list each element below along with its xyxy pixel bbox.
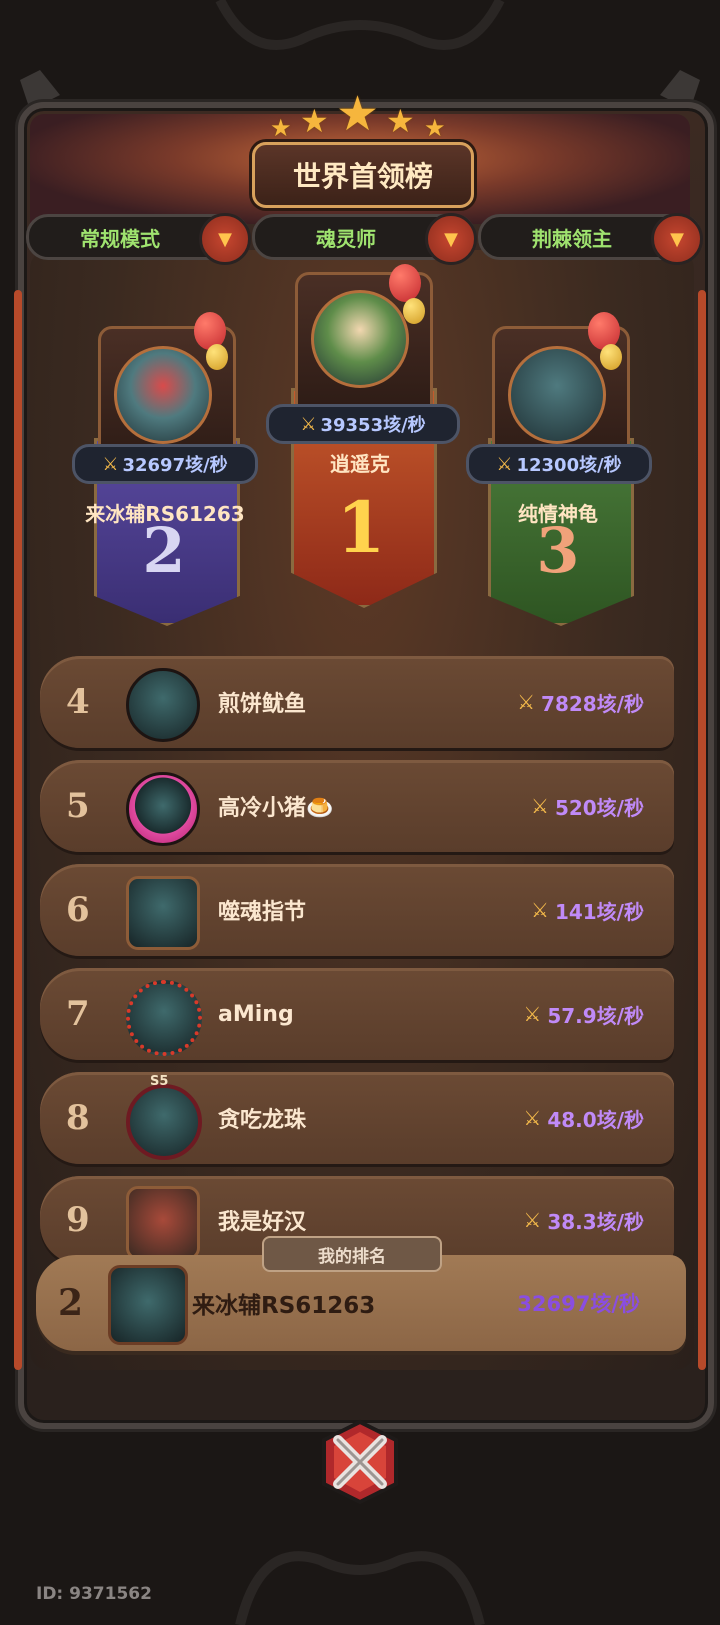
balloon-icon (403, 298, 425, 324)
player-name: 来冰辅RS61263 (85, 502, 245, 526)
sword-icon: ⚔ (531, 794, 549, 818)
score-text: 48.0垓/秒 (547, 1107, 644, 1132)
score-value: 12300垓/秒 (516, 455, 622, 476)
avatar (126, 876, 200, 950)
score-value: 32697垓/秒 (517, 1292, 640, 1316)
star-icon: ★ (270, 114, 292, 142)
rank-number: 9 (66, 1200, 90, 1240)
list-item[interactable]: 5 高冷小猪🍮 ⚔ 520垓/秒 (40, 760, 674, 852)
star-icon: ★ (424, 114, 446, 142)
score-text: 141垓/秒 (554, 899, 644, 924)
score-value: ⚔ 141垓/秒 (531, 864, 644, 956)
left-rail (14, 290, 22, 1370)
rank-number: 6 (66, 890, 90, 930)
close-icon (322, 1419, 398, 1505)
avatar (126, 980, 202, 1056)
star-icon: ★ (300, 102, 329, 140)
avatar (126, 772, 200, 846)
balloon-icon (389, 264, 421, 302)
chevron-down-icon[interactable]: ▼ (425, 213, 477, 265)
class-dropdown[interactable]: 魂灵师 ▼ (252, 213, 477, 265)
player-name: 纯情神龟 (518, 502, 598, 526)
player-name: 高冷小猪🍮 (218, 796, 334, 821)
player-name: aMing (218, 1001, 294, 1027)
list-item[interactable]: 6 噬魂指节 ⚔ 141垓/秒 (40, 864, 674, 956)
player-name: 煎饼鱿鱼 (218, 692, 307, 717)
page-title: 世界首领榜 (252, 142, 474, 208)
score-text: 520垓/秒 (554, 795, 644, 820)
score-value: ⚔ 7828垓/秒 (517, 656, 644, 748)
score-text: 38.3垓/秒 (547, 1209, 644, 1234)
sword-icon: ⚔ (523, 1002, 542, 1026)
rank-number: 2 (58, 1282, 84, 1324)
star-icon: ★ (386, 102, 415, 140)
sword-icon: ⚔ (531, 898, 549, 922)
score-pill: ⚔ 39353垓/秒 (266, 404, 460, 444)
score-text: 7828垓/秒 (541, 691, 644, 716)
star-rating: ★ ★ ★ ★ ★ (0, 86, 720, 146)
rank-number: 1 (336, 486, 386, 569)
avatar (108, 1265, 188, 1345)
sword-icon: ⚔ (523, 1106, 542, 1130)
sword-icon: ⚔ (102, 453, 119, 475)
star-icon: ★ (336, 86, 380, 142)
boss-dropdown[interactable]: 荆棘领主 ▼ (478, 213, 703, 265)
score-value: 39353垓/秒 (320, 415, 426, 436)
user-id: ID: 9371562 (36, 1584, 152, 1604)
avatar (126, 1186, 200, 1260)
score-value: ⚔ 38.3垓/秒 (523, 1176, 644, 1264)
score-value: 32697垓/秒 (122, 455, 228, 476)
score-pill: ⚔ 32697垓/秒 (72, 444, 258, 484)
score-value: ⚔ 48.0垓/秒 (523, 1072, 644, 1164)
rank-number: 4 (66, 682, 90, 722)
rank-number: 8 (66, 1098, 90, 1138)
player-name: 逍遥克 (330, 452, 390, 476)
sword-icon: ⚔ (523, 1208, 542, 1232)
avatar (126, 668, 200, 742)
mode-dropdown[interactable]: 常规模式 ▼ (26, 213, 251, 265)
avatar (114, 346, 212, 444)
chevron-down-icon[interactable]: ▼ (199, 213, 251, 265)
my-rank-tag: 我的排名 (262, 1236, 442, 1272)
avatar (311, 290, 409, 388)
season-badge: S5 (150, 1074, 169, 1089)
list-item[interactable]: 4 煎饼鱿鱼 ⚔ 7828垓/秒 (40, 656, 674, 748)
rank-number: 7 (66, 994, 90, 1034)
score-text: 57.9垓/秒 (547, 1003, 644, 1028)
close-button[interactable] (316, 1418, 404, 1506)
sword-icon: ⚔ (496, 453, 513, 475)
avatar (126, 1084, 202, 1160)
player-name: 噬魂指节 (218, 900, 307, 925)
chevron-down-icon[interactable]: ▼ (651, 213, 703, 265)
avatar (508, 346, 606, 444)
score-value: ⚔ 57.9垓/秒 (523, 968, 644, 1060)
balloon-icon (206, 344, 228, 370)
balloon-icon (600, 344, 622, 370)
player-name: 贪吃龙珠 (218, 1108, 307, 1133)
right-rail (698, 290, 706, 1370)
sword-icon: ⚔ (300, 413, 317, 435)
score-value: ⚔ 520垓/秒 (531, 760, 644, 852)
sword-icon: ⚔ (517, 690, 536, 714)
list-item[interactable]: 8 S5 贪吃龙珠 ⚔ 48.0垓/秒 (40, 1072, 674, 1164)
rank-number: 5 (66, 786, 90, 826)
list-item[interactable]: 7 aMing ⚔ 57.9垓/秒 (40, 968, 674, 1060)
score-pill: ⚔ 12300垓/秒 (466, 444, 652, 484)
